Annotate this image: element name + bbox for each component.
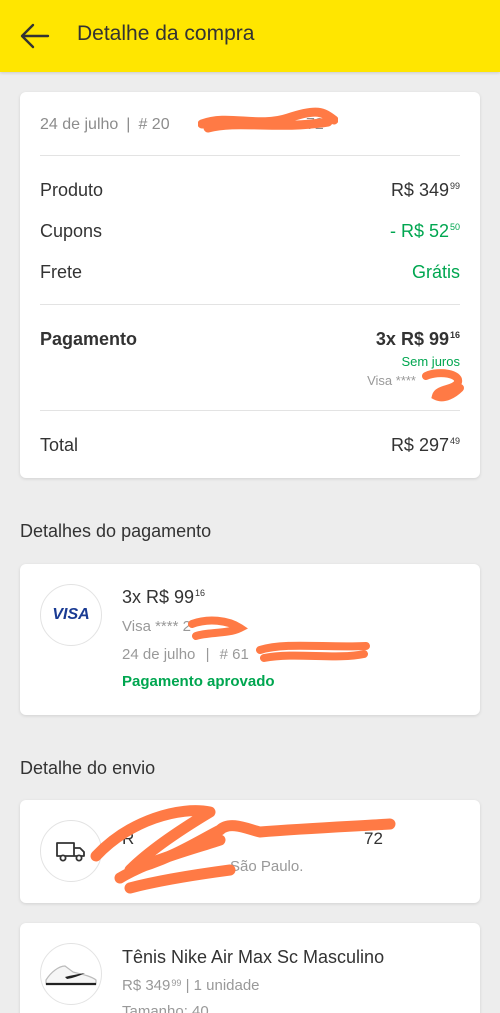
truck-icon (40, 820, 102, 882)
sneaker-icon (45, 965, 97, 986)
redaction-scribble (422, 369, 464, 402)
product-card[interactable]: Tênis Nike Air Max Sc Masculino R$ 34999… (20, 923, 480, 1013)
total-value: R$ 29749 (390, 435, 460, 455)
divider (40, 304, 460, 305)
redaction-scribble (256, 641, 370, 662)
shipping-label: Frete (40, 262, 83, 282)
product-thumbnail (40, 943, 102, 1005)
payment-details-title: Detalhes do pagamento (20, 521, 212, 541)
order-meta: 24 de julho | # 20 (40, 116, 170, 134)
redaction-scribble (90, 805, 396, 894)
card-masked: Visa **** (367, 373, 416, 388)
purchase-summary-card: 24 de julho | # 20 72 Produto R$ 34999 Cup… (20, 92, 480, 478)
payment-label: Pagamento (40, 329, 138, 349)
product-price: R$ 34999 | 1 unidade (122, 977, 260, 994)
product-value: R$ 34999 (390, 180, 460, 200)
divider (40, 410, 460, 411)
payment-details-card[interactable]: VISA 3x R$ 9916 Visa **** 2 24 de julho … (20, 564, 480, 715)
coupons-value: - R$ 5250 (389, 221, 460, 241)
visa-logo-icon: VISA (40, 584, 102, 646)
shipping-city: São Paulo. (230, 858, 304, 875)
order-separator: | (126, 116, 131, 133)
product-size: Tamanho: 40 (122, 1003, 209, 1013)
shipping-address-suffix: 72 (364, 829, 383, 848)
order-date: 24 de julho (40, 116, 119, 133)
redaction-scribble (188, 616, 248, 640)
shipping-value: Grátis (411, 262, 460, 282)
payment-status: Pagamento aprovado (122, 673, 275, 690)
shipping-details-card[interactable]: R 72 São Paulo. (20, 800, 480, 903)
arrow-left-icon (20, 23, 50, 49)
back-button[interactable] (18, 20, 52, 52)
product-name: Tênis Nike Air Max Sc Masculino (122, 947, 385, 967)
app-bar: Detalhe da compra (0, 0, 500, 72)
payment-value: 3x R$ 9916 (375, 329, 460, 349)
product-label: Produto (40, 180, 104, 200)
coupons-label: Cupons (40, 221, 103, 241)
total-label: Total (40, 435, 79, 455)
shipping-address: R (122, 829, 135, 848)
installment-amount: 3x R$ 9916 (122, 587, 206, 607)
order-number: # 20 (138, 116, 170, 133)
shipping-details-title: Detalhe do envio (20, 758, 156, 778)
page-title: Detalhe da compra (77, 22, 255, 45)
interest-free-label: Sem juros (401, 354, 460, 369)
divider (40, 155, 460, 156)
payment-date-operation: 24 de julho | # 61 (122, 646, 249, 663)
order-number-suffix: 72 (306, 116, 324, 133)
card-masked: Visa **** 2 (122, 618, 191, 635)
